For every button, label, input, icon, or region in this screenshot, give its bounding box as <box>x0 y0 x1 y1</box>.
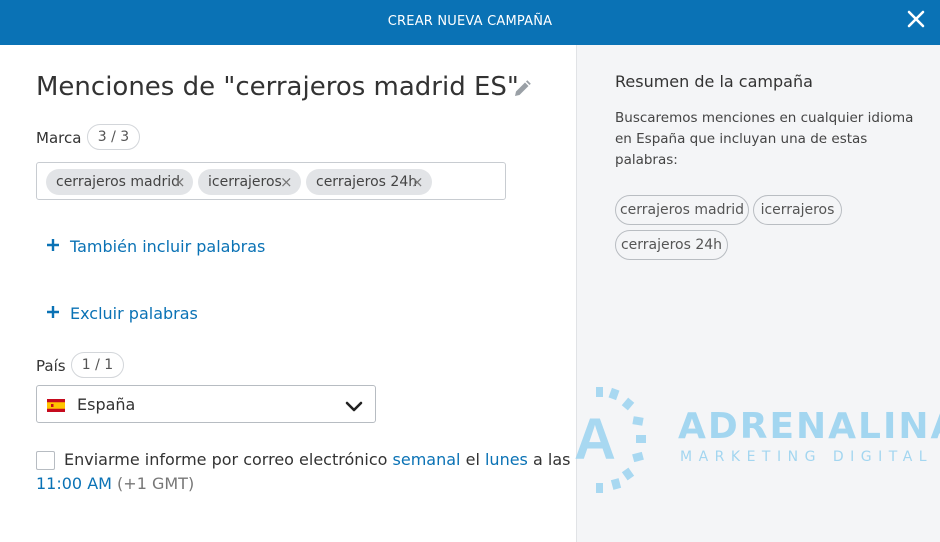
country-label: País <box>36 357 66 375</box>
summary-tag: cerrajeros 24h <box>615 230 728 260</box>
email-report-prefix: Enviarme informe por correo electrónico <box>64 450 388 469</box>
spain-flag-icon <box>47 397 65 412</box>
plus-icon <box>46 236 64 257</box>
brand-tag-label: cerrajeros 24h <box>316 174 418 190</box>
time-link[interactable]: 11:00 AM <box>36 474 112 493</box>
modal-header: CREAR NUEVA CAMPAÑA <box>0 0 940 45</box>
email-report-text: Enviarme informe por correo electrónico … <box>64 450 570 469</box>
watermark-tagline: MARKETING DIGITAL <box>680 449 934 465</box>
email-report-checkbox[interactable] <box>36 451 55 470</box>
email-report-time-row: 11:00 AM (+1 GMT) <box>36 474 194 493</box>
brand-counter: 3 / 3 <box>87 124 140 150</box>
country-select[interactable]: España <box>36 385 376 423</box>
country-counter: 1 / 1 <box>71 352 124 378</box>
brand-tag: cerrajeros madrid × <box>46 169 193 195</box>
brand-tag: cerrajeros 24h × <box>306 169 432 195</box>
exclude-words-link[interactable]: Excluir palabras <box>46 303 198 324</box>
remove-tag-icon[interactable]: × <box>173 169 186 195</box>
brand-label: Marca <box>36 129 82 147</box>
brand-tag-label: cerrajeros madrid <box>56 174 181 190</box>
watermark-letter: A <box>574 407 616 472</box>
plus-icon <box>46 303 64 324</box>
country-select-value: España <box>77 395 136 414</box>
timezone-label: (+1 GMT) <box>117 474 195 493</box>
pencil-icon[interactable] <box>512 79 532 99</box>
summary-description: Buscaremos menciones en cualquier idioma… <box>615 110 914 168</box>
adrenalina-logo: A <box>574 385 658 499</box>
email-report-mid: el <box>465 450 480 469</box>
campaign-title: Menciones de "cerrajeros madrid ES" <box>36 72 519 102</box>
include-words-link[interactable]: También incluir palabras <box>46 236 265 257</box>
summary-title: Resumen de la campaña <box>615 72 813 91</box>
day-link[interactable]: lunes <box>485 450 528 469</box>
chevron-down-icon <box>345 398 363 412</box>
remove-tag-icon[interactable]: × <box>411 169 424 195</box>
brand-tag-label: icerrajeros <box>208 174 282 190</box>
summary-tag: icerrajeros <box>753 195 842 225</box>
modal-title: CREAR NUEVA CAMPAÑA <box>387 14 553 29</box>
watermark-name: ADRENALINA <box>678 406 940 447</box>
brand-tag: icerrajeros × <box>198 169 301 195</box>
email-report-suffix: a las <box>532 450 571 469</box>
close-icon[interactable] <box>906 9 926 29</box>
exclude-words-label: Excluir palabras <box>70 304 198 323</box>
campaign-form: Menciones de "cerrajeros madrid ES" Marc… <box>0 45 576 542</box>
frequency-link[interactable]: semanal <box>393 450 461 469</box>
include-words-label: También incluir palabras <box>70 237 266 256</box>
remove-tag-icon[interactable]: × <box>280 169 293 195</box>
summary-tag: cerrajeros madrid <box>615 195 749 225</box>
brand-tag-input[interactable]: cerrajeros madrid × icerrajeros × cerraj… <box>36 162 506 200</box>
